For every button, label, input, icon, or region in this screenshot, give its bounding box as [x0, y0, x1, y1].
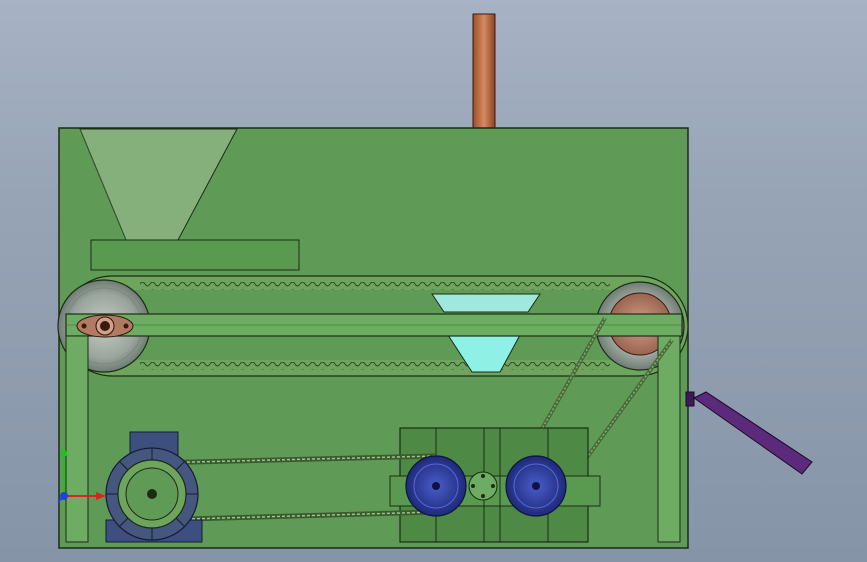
cad-viewport[interactable]: [0, 0, 867, 562]
gear-wheel-right[interactable]: [505, 455, 567, 517]
cross-beam[interactable]: [65, 313, 683, 337]
left-leg: [65, 335, 89, 543]
motor-pulley[interactable]: [117, 459, 187, 529]
feed-plate[interactable]: [90, 239, 300, 271]
right-leg: [657, 335, 681, 543]
bearing-block[interactable]: [76, 314, 134, 338]
discharge-chute[interactable]: [685, 391, 813, 475]
gear-wheel-left[interactable]: [405, 455, 467, 517]
